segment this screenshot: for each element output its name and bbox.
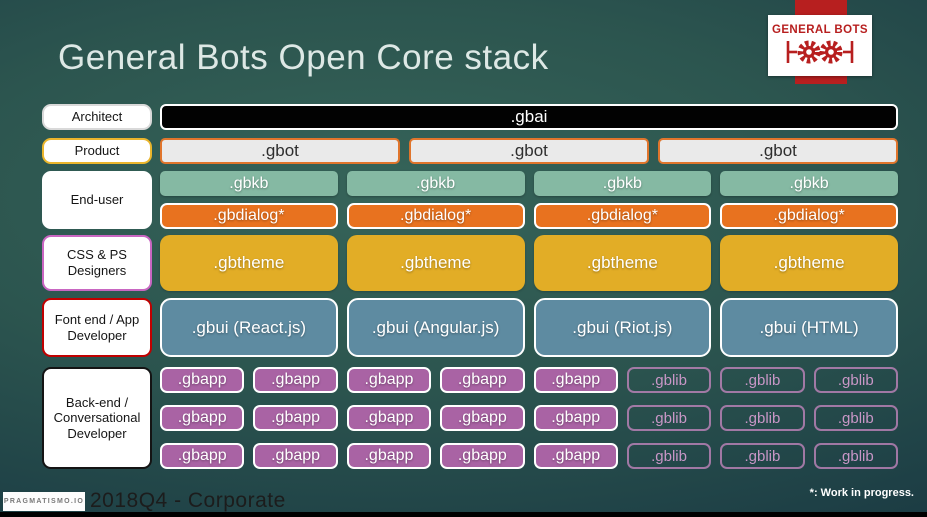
gblib-box: .gblib [626, 367, 712, 393]
role-label-css-ps-designers: CSS & PS Designers [42, 235, 152, 291]
stack-row-gbot: .gbot .gbot .gbot [160, 138, 898, 164]
role-label-architect: Architect [42, 104, 152, 130]
stack-row-gbtheme: .gbtheme .gbtheme .gbtheme .gbtheme [160, 235, 898, 291]
stack-row-gbai: .gbai [160, 104, 898, 130]
gbkb-box: .gbkb [160, 171, 338, 196]
gblib-box: .gblib [626, 443, 712, 469]
gbdialog-box: .gbdialog* [720, 203, 898, 229]
gbtheme-box: .gbtheme [346, 235, 525, 291]
gbapp-box: .gbapp [346, 367, 432, 393]
gbkb-box: .gbkb [346, 171, 525, 196]
stack-row-gbdialog: .gbdialog* .gbdialog* .gbdialog* .gbdialog* [160, 203, 898, 229]
stack-row-backend-1: .gbapp .gbapp .gbapp .gbapp .gbapp .gblib .gbl… [160, 367, 898, 393]
gbui-box: .gbui (Angular.js) [346, 298, 525, 357]
gbui-box: .gbui (HTML) [720, 298, 898, 357]
gbtheme-box: .gbtheme [533, 235, 712, 291]
gbot-box: .gbot [160, 138, 400, 164]
slide-bottom-edge [0, 512, 927, 517]
gbdialog-box: .gbdialog* [160, 203, 338, 229]
gbui-box: .gbui (Riot.js) [533, 298, 712, 357]
pragmatismo-badge: PRAGMATISMO.IO [3, 492, 85, 511]
gbapp-box: .gbapp [160, 405, 245, 431]
gbtheme-box: .gbtheme [720, 235, 898, 291]
stack-row-backend-2: .gbapp .gbapp .gbapp .gbapp .gbapp .gblib .gbl… [160, 405, 898, 431]
gbapp-box: .gbapp [160, 367, 245, 393]
gblib-box: .gblib [720, 443, 805, 469]
logo-brand-text: GENERAL BOTS [772, 24, 868, 36]
gbapp-box: .gbapp [440, 367, 525, 393]
stack-row-gbkb: .gbkb .gbkb .gbkb .gbkb [160, 171, 898, 196]
gbapp-box: .gbapp [346, 405, 432, 431]
stack-row-gbui: .gbui (React.js) .gbui (Angular.js) .gbui … [160, 298, 898, 357]
role-label-end-user: End-user [42, 171, 152, 229]
role-label-back-end-conversational-developer: Back-end / Conversational Developer [42, 367, 152, 469]
footer-caption: 2018Q4 - Corporate [90, 489, 286, 512]
gbapp-box: .gbapp [346, 443, 432, 469]
gbai-box: .gbai [160, 104, 898, 130]
role-label-front-end-app-developer: Font end / App Developer [42, 298, 152, 357]
gblib-box: .gblib [813, 405, 898, 431]
gbapp-box: .gbapp [533, 405, 618, 431]
gbdialog-box: .gbdialog* [533, 203, 712, 229]
gbot-box: .gbot [658, 138, 898, 164]
gbot-box: .gbot [409, 138, 649, 164]
gears-icon [786, 40, 854, 64]
gbapp-box: .gbapp [253, 405, 338, 431]
gblib-box: .gblib [813, 367, 898, 393]
gblib-box: .gblib [720, 405, 805, 431]
gbkb-box: .gbkb [720, 171, 898, 196]
work-in-progress-note: *: Work in progress. [809, 487, 914, 499]
gblib-box: .gblib [720, 367, 805, 393]
gbkb-box: .gbkb [533, 171, 712, 196]
gbapp-box: .gbapp [160, 443, 245, 469]
gbapp-box: .gbapp [440, 405, 525, 431]
gbapp-box: .gbapp [253, 367, 338, 393]
gbapp-box: .gbapp [253, 443, 338, 469]
general-bots-logo: GENERAL BOTS [768, 15, 872, 76]
gbtheme-box: .gbtheme [160, 235, 338, 291]
slide-title: General Bots Open Core stack [58, 38, 549, 77]
gbui-box: .gbui (React.js) [160, 298, 338, 357]
role-label-product: Product [42, 138, 152, 164]
gbapp-box: .gbapp [533, 367, 618, 393]
gbapp-box: .gbapp [533, 443, 618, 469]
slide-background: General Bots Open Core stack GENERAL BOT… [0, 0, 927, 517]
gbapp-box: .gbapp [440, 443, 525, 469]
gblib-box: .gblib [626, 405, 712, 431]
stack-row-backend-3: .gbapp .gbapp .gbapp .gbapp .gbapp .gblib .gbl… [160, 443, 898, 469]
gblib-box: .gblib [813, 443, 898, 469]
gbdialog-box: .gbdialog* [346, 203, 525, 229]
